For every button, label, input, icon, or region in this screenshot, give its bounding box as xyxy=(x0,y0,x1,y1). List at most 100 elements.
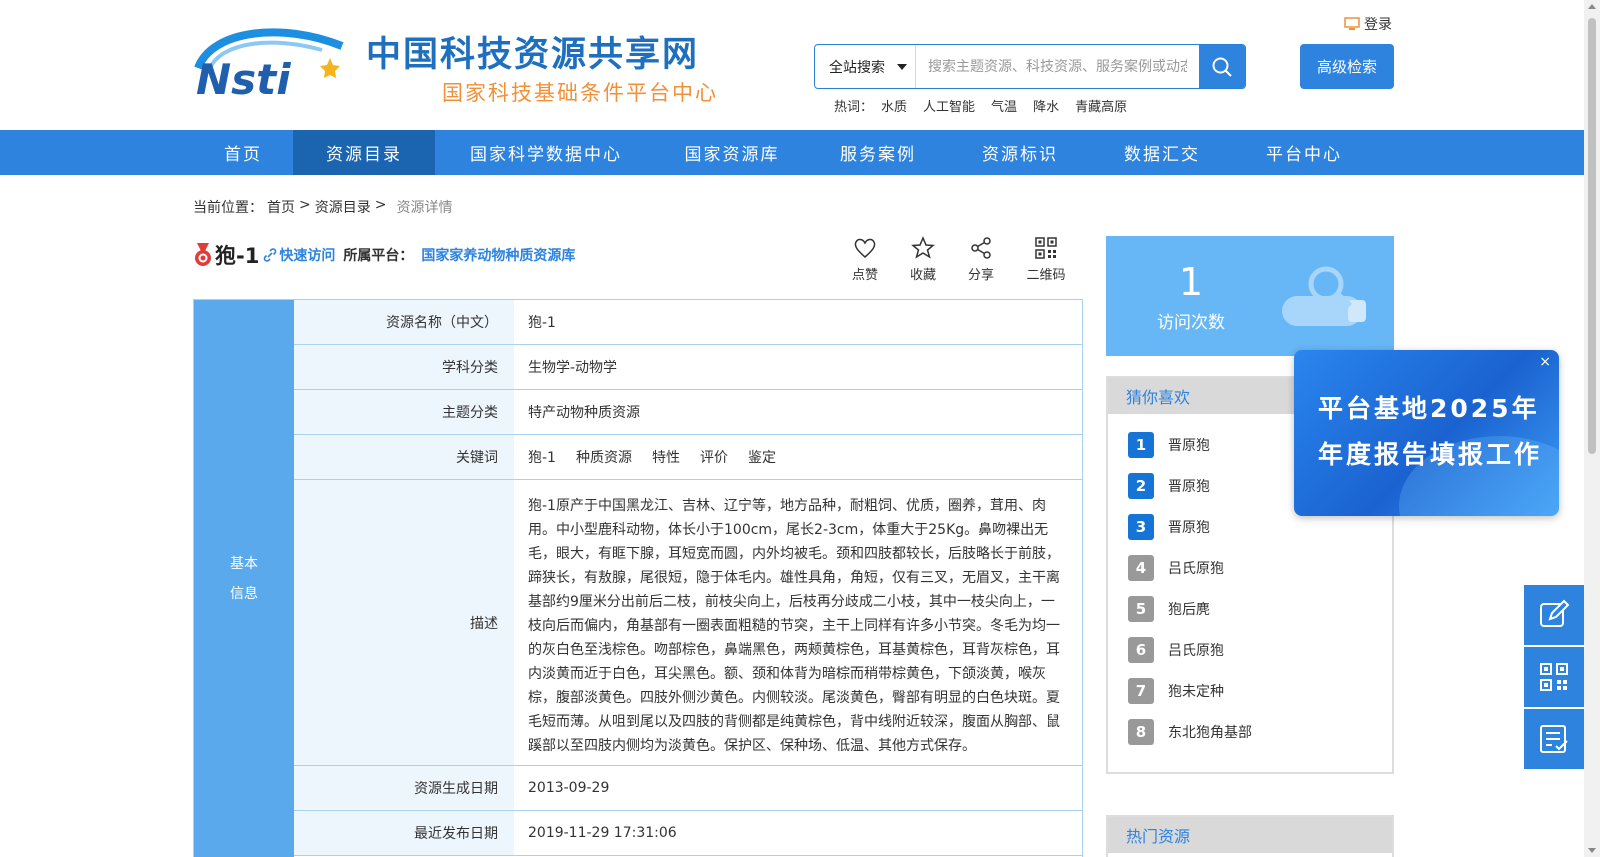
rank-badge: 6 xyxy=(1128,636,1154,663)
nav-science-data-center[interactable]: 国家科学数据中心 xyxy=(435,130,657,175)
floating-toolbar xyxy=(1524,585,1584,771)
field-value: 生物学-动物学 xyxy=(528,360,618,376)
list-item[interactable]: 6 吕氏原狍 xyxy=(1128,629,1392,670)
field-label: 描述 xyxy=(294,480,514,765)
field-label: 最近发布日期 xyxy=(294,811,514,855)
feedback-button[interactable] xyxy=(1524,585,1584,645)
basic-info-section-label: 基本信息 xyxy=(194,300,294,857)
info-row-subject: 学科分类 生物学-动物学 xyxy=(294,345,1082,390)
nav-national-repository[interactable]: 国家资源库 xyxy=(657,130,807,175)
info-row-name: 资源名称（中文） 狍-1 xyxy=(294,300,1082,345)
list-item[interactable]: 8 东北狍角基部 xyxy=(1128,711,1392,752)
item-name: 狍未定种 xyxy=(1168,683,1224,700)
visit-count-label: 访问次数 xyxy=(1157,313,1225,333)
search-box: 全站搜索 xyxy=(814,44,1246,89)
quick-access-label: 快速访问 xyxy=(279,248,336,264)
qrcode-float-button[interactable] xyxy=(1524,647,1584,707)
share-icon xyxy=(971,237,991,259)
item-name: 晋原狍 xyxy=(1168,437,1210,454)
hotword-link[interactable]: 水质 xyxy=(881,96,907,115)
info-row-created: 资源生成日期 2013-09-29 xyxy=(294,766,1082,811)
page-scrollbar[interactable] xyxy=(1584,0,1600,857)
platform-link[interactable]: 国家家养动物种质资源库 xyxy=(421,245,575,265)
field-value: 特产动物种质资源 xyxy=(528,405,640,421)
platform-label: 所属平台： xyxy=(343,248,414,264)
site-title: 中国科技资源共享网 xyxy=(366,35,700,75)
header: Nsti 中国科技资源共享网 国家科技基础条件平台中心 登录 全站搜索 搜索主题… xyxy=(0,0,1600,128)
field-value: 狍-1 xyxy=(528,315,556,331)
list-item[interactable]: 5 狍后麂 xyxy=(1128,588,1392,629)
breadcrumb-home[interactable]: 首页 xyxy=(267,197,295,217)
item-name: 吕氏原狍 xyxy=(1168,642,1224,659)
hot-resources-title: 热门资源 xyxy=(1108,817,1392,853)
link-icon xyxy=(264,248,277,262)
quick-access-link[interactable]: 快速访问 xyxy=(263,245,335,265)
login-link[interactable]: 登录 xyxy=(1344,14,1392,34)
monitor-icon xyxy=(1344,17,1360,30)
caret-down-icon xyxy=(897,64,907,70)
nav-home[interactable]: 首页 xyxy=(193,130,293,175)
advanced-search-button[interactable]: 高级检索 xyxy=(1300,44,1394,89)
resource-title: 狍-1 xyxy=(215,244,260,268)
hot-resources-panel: 热门资源 xyxy=(1106,815,1394,857)
edit-icon xyxy=(1540,599,1570,627)
main-nav: 首页 资源目录 国家科学数据中心 国家资源库 服务案例 资源标识 数据汇交 平台… xyxy=(0,130,1600,175)
scroll-down-icon[interactable] xyxy=(1588,848,1596,853)
close-icon[interactable]: × xyxy=(1539,354,1551,370)
hotword-link[interactable]: 降水 xyxy=(1033,96,1059,115)
hotwords: 热词： 水质 人工智能 气温 降水 青藏高原 xyxy=(834,96,1127,115)
login-label: 登录 xyxy=(1364,17,1392,33)
keyword: 评价 xyxy=(699,450,728,466)
rank-badge: 1 xyxy=(1128,431,1154,458)
breadcrumb-separator: > xyxy=(299,197,311,213)
rank-badge: 5 xyxy=(1128,595,1154,622)
hotword-link[interactable]: 人工智能 xyxy=(923,96,975,115)
breadcrumb-catalog[interactable]: 资源目录 xyxy=(315,197,371,217)
nav-platform-center[interactable]: 平台中心 xyxy=(1233,130,1375,175)
search-scope-select[interactable]: 全站搜索 xyxy=(815,45,916,88)
scroll-thumb[interactable] xyxy=(1588,18,1596,454)
like-button[interactable]: 点赞 xyxy=(836,236,894,283)
hotword-link[interactable]: 青藏高原 xyxy=(1075,96,1127,115)
search-button[interactable] xyxy=(1199,45,1245,88)
nav-data-submission[interactable]: 数据汇交 xyxy=(1091,130,1233,175)
announcement-text: 平台基地2025年年度报告填报工作 xyxy=(1318,394,1543,469)
info-row-topic: 主题分类 特产动物种质资源 xyxy=(294,390,1082,435)
nav-resource-catalog[interactable]: 资源目录 xyxy=(293,130,435,175)
heart-icon xyxy=(854,238,876,258)
field-value: 2013-09-29 xyxy=(528,780,610,796)
share-label: 分享 xyxy=(967,268,994,283)
field-label: 资源生成日期 xyxy=(294,766,514,810)
announcement-popup[interactable]: × 平台基地2025年年度报告填报工作 xyxy=(1294,350,1559,516)
rank-badge: 7 xyxy=(1128,677,1154,704)
favorite-label: 收藏 xyxy=(909,268,936,283)
info-row-keywords: 关键词 狍-1 种质资源 特性 评价 鉴定 xyxy=(294,435,1082,480)
keyword: 鉴定 xyxy=(747,450,776,466)
list-item[interactable]: 7 狍未定种 xyxy=(1128,670,1392,711)
search-scope-value: 全站搜索 xyxy=(829,59,885,76)
nav-resource-id[interactable]: 资源标识 xyxy=(949,130,1091,175)
nav-service-cases[interactable]: 服务案例 xyxy=(807,130,949,175)
rank-badge: 4 xyxy=(1128,554,1154,581)
breadcrumb: 当前位置： 首页 > 资源目录 > 资源详情 xyxy=(193,197,452,217)
hotword-link[interactable]: 气温 xyxy=(991,96,1017,115)
survey-button[interactable] xyxy=(1524,709,1584,769)
field-label: 主题分类 xyxy=(294,390,514,434)
keyword-list: 狍-1 种质资源 特性 评价 鉴定 xyxy=(514,435,1082,479)
favorite-button[interactable]: 收藏 xyxy=(894,236,952,283)
search-input[interactable] xyxy=(916,45,1199,88)
share-button[interactable]: 分享 xyxy=(952,236,1010,283)
svg-text:Nsti: Nsti xyxy=(196,55,291,100)
checklist-icon xyxy=(1540,725,1568,753)
keyword: 特性 xyxy=(651,450,680,466)
qrcode-button[interactable]: 二维码 xyxy=(1010,236,1082,283)
breadcrumb-label: 当前位置： xyxy=(193,200,263,216)
info-row-description: 描述 狍-1原产于中国黑龙江、吉林、辽宁等，地方品种，耐粗饲、优质，圈养，茸用、… xyxy=(294,480,1082,766)
nsti-logo[interactable]: Nsti xyxy=(192,28,358,100)
star-icon xyxy=(911,236,935,259)
list-item[interactable]: 4 吕氏原狍 xyxy=(1128,547,1392,588)
scroll-up-icon[interactable] xyxy=(1588,4,1596,9)
basic-info-table: 基本信息 资源名称（中文） 狍-1 学科分类 生物学-动物学 主题分类 特产动物… xyxy=(193,299,1083,857)
visit-count: 1 xyxy=(1178,260,1204,304)
medal-icon xyxy=(195,243,211,266)
